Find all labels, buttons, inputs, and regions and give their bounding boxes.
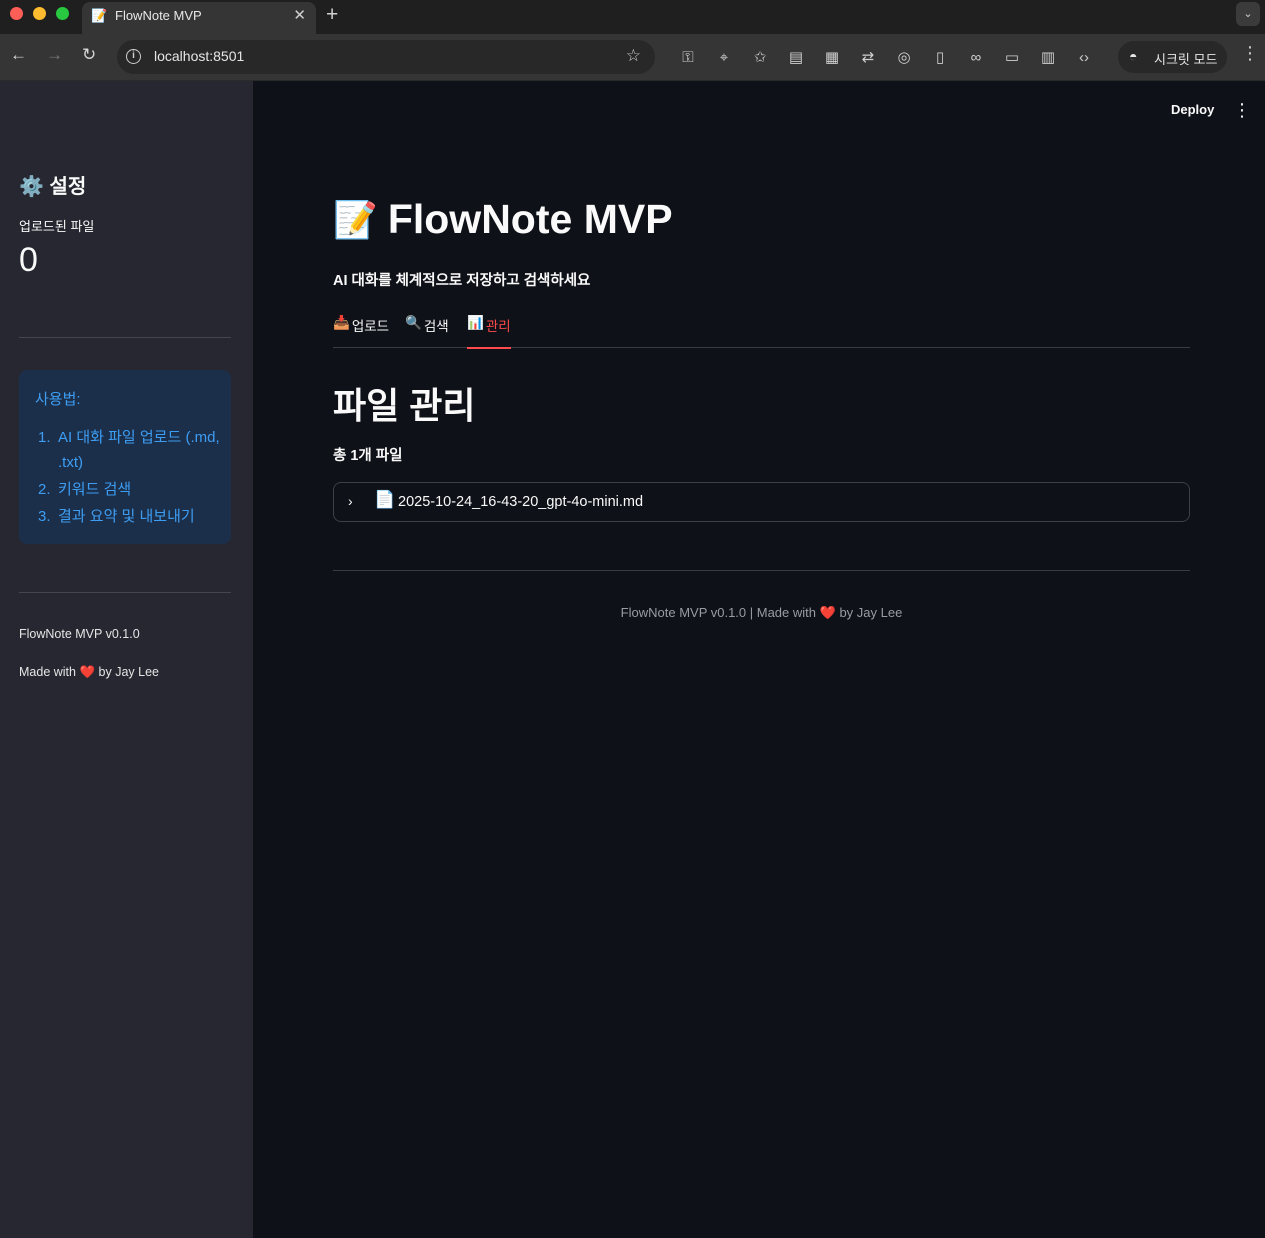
heart-icon: ❤️	[819, 605, 836, 620]
main-divider	[333, 570, 1190, 571]
link-icon[interactable]: ∞	[958, 43, 994, 71]
key-icon[interactable]: ⚿	[670, 43, 706, 71]
usage-info-title: 사용법:	[35, 391, 81, 408]
usage-step: 1. AI 대화 파일 업로드 (.md, .txt)	[38, 429, 220, 471]
memo-icon: 📝	[333, 198, 378, 240]
sidebar-version-text: FlowNote MVP v0.1.0	[19, 627, 140, 641]
reading-mode-icon[interactable]: ▯	[922, 43, 958, 71]
back-arrow-icon[interactable]: ←	[10, 45, 27, 65]
reload-icon[interactable]: ↻	[82, 45, 96, 65]
tab-manage[interactable]: 📊 관리	[467, 315, 511, 349]
section-title: 파일 관리	[333, 385, 476, 426]
devices-icon[interactable]: ▭	[994, 43, 1030, 71]
inbox-tray-icon: 📥	[333, 315, 350, 330]
deploy-button[interactable]: Deploy	[1171, 102, 1214, 117]
extension-icons: ⚿ ⌖ ✩ ▤ ▦ ⇄ ◎ ▯ ∞ ▭ ▥ ‹›	[670, 43, 1102, 71]
browser-tab-bar: 📝 FlowNote MVP ✕ + ⌄	[0, 0, 1265, 34]
browser-toolbar: ← → ↻ i localhost:8501 ☆ ⚿ ⌖ ✩ ▤ ▦ ⇄ ◎ ▯…	[0, 34, 1265, 81]
close-tab-icon[interactable]: ✕	[293, 6, 306, 24]
browser-tab[interactable]: 📝 FlowNote MVP ✕	[82, 2, 316, 34]
chevron-right-icon[interactable]: ›	[348, 493, 353, 509]
forward-arrow-icon[interactable]: →	[46, 45, 63, 65]
file-name: 2025-10-24_16-43-20_gpt-4o-mini.md	[398, 494, 644, 510]
maximize-window-button[interactable]	[56, 7, 69, 20]
chrome-menu-icon[interactable]: ⋮	[1241, 43, 1259, 64]
reader-icon[interactable]: ▤	[778, 43, 814, 71]
star-plus-icon[interactable]: ✩	[742, 43, 778, 71]
qr-code-icon[interactable]: ▦	[814, 43, 850, 71]
file-count-text: 총 1개 파일	[333, 448, 403, 464]
main-menu-icon[interactable]: ⋮	[1233, 100, 1251, 121]
close-window-button[interactable]	[10, 7, 23, 20]
sidebar-divider	[19, 592, 231, 593]
new-tab-button[interactable]: +	[326, 3, 338, 27]
usage-step: 3. 결과 요약 및 내보내기	[38, 508, 195, 525]
page-subtitle: AI 대화를 체계적으로 저장하고 검색하세요	[333, 273, 591, 289]
incognito-icon: ◓	[1129, 48, 1138, 64]
page-title: 📝 FlowNote MVP	[333, 196, 673, 243]
sidebar-divider	[19, 337, 231, 338]
magnifier-icon: 🔍	[405, 315, 422, 330]
uploaded-files-metric-label: 업로드된 파일	[19, 219, 95, 234]
address-bar[interactable]: i localhost:8501 ☆	[117, 40, 655, 74]
main-content: Deploy ⋮ 📝 FlowNote MVP AI 대화를 체계적으로 저장하…	[253, 81, 1265, 1238]
tab-search-chevron-icon[interactable]: ⌄	[1236, 2, 1260, 26]
translate-icon[interactable]: ⇄	[850, 43, 886, 71]
lens-icon[interactable]: ◎	[886, 43, 922, 71]
code-icon[interactable]: ‹›	[1066, 43, 1102, 71]
minimize-window-button[interactable]	[33, 7, 46, 20]
tab-search[interactable]: 🔍 검색	[405, 315, 449, 348]
sidebar-title: ⚙️ 설정	[19, 176, 87, 198]
sidebar-credit-text: Made with ❤️ by Jay Lee	[19, 665, 159, 679]
page-title-text: FlowNote MVP	[387, 196, 673, 242]
file-expander[interactable]: › 📄 2025-10-24_16-43-20_gpt-4o-mini.md	[333, 482, 1190, 522]
heart-icon: ❤️	[79, 665, 96, 679]
bar-chart-icon: 📊	[467, 315, 484, 330]
incognito-label: 시크릿 모드	[1154, 52, 1218, 67]
incognito-badge[interactable]: ◓ 시크릿 모드	[1118, 41, 1227, 73]
sidebar: ⚙️ 설정 업로드된 파일 0 사용법: 1. AI 대화 파일 업로드 (.md…	[0, 81, 253, 1238]
tab-favicon-icon: 📝	[91, 8, 108, 23]
panel-icon[interactable]: ▥	[1030, 43, 1066, 71]
document-icon: 📄	[374, 490, 396, 509]
streamlit-app: ⚙️ 설정 업로드된 파일 0 사용법: 1. AI 대화 파일 업로드 (.md…	[0, 81, 1265, 1238]
usage-steps-list: 1. AI 대화 파일 업로드 (.md, .txt) 2. 키워드 검색 3. 결과…	[35, 425, 223, 531]
site-info-icon[interactable]: i	[126, 49, 141, 64]
tab-bar: 📥 업로드 🔍 검색 📊 관리	[333, 315, 1190, 349]
uploaded-files-metric-value: 0	[19, 241, 38, 279]
tab-upload[interactable]: 📥 업로드	[333, 315, 389, 348]
main-footer: FlowNote MVP v0.1.0 | Made with ❤️ by Ja…	[620, 605, 903, 620]
location-pin-icon[interactable]: ⌖	[706, 43, 742, 71]
tab-title: FlowNote MVP	[115, 8, 202, 23]
usage-info-box: 사용법: 1. AI 대화 파일 업로드 (.md, .txt) 2. 키워드 검색…	[19, 370, 231, 544]
bookmark-star-icon[interactable]: ☆	[626, 46, 641, 66]
usage-step: 2. 키워드 검색	[38, 481, 132, 498]
url-text[interactable]: localhost:8501	[154, 48, 244, 64]
